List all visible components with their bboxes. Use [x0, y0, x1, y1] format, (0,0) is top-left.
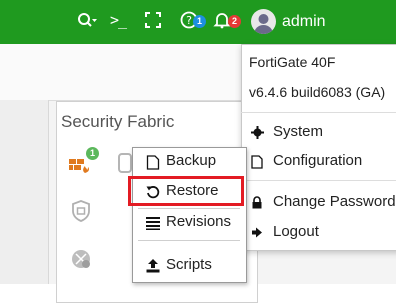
cli-console-button[interactable]: >_ [110, 11, 127, 29]
search-icon [78, 13, 97, 27]
restore-highlight-box [128, 176, 244, 206]
menu-divider [241, 180, 396, 181]
panel-title: Security Fabric [61, 112, 175, 131]
menu-item-system[interactable]: System [241, 119, 396, 145]
cli-icon: >_ [110, 11, 127, 29]
menu-item-change-password[interactable]: Change Password [241, 189, 396, 215]
menu-item-label: Configuration [273, 152, 363, 169]
help-button[interactable]: ? 1 [180, 11, 206, 31]
fabric-badge: 1 [86, 147, 99, 160]
sidebar [0, 100, 49, 284]
svg-text:?: ? [186, 14, 192, 27]
submenu-divider [138, 240, 240, 241]
fullscreen-button[interactable] [144, 11, 162, 29]
help-badge: 1 [193, 15, 206, 28]
submenu-item-label: Revisions [166, 213, 232, 230]
device-icon [118, 152, 132, 174]
alerts-badge: 2 [228, 15, 241, 28]
file-icon [146, 155, 160, 170]
notifications-button[interactable]: 2 [213, 11, 243, 31]
shield-icon[interactable] [70, 200, 92, 222]
device-name: FortiGate 40F [249, 54, 336, 70]
submenu-divider [138, 208, 240, 209]
menu-item-label: System [273, 123, 324, 140]
submenu-item-label: Backup [166, 152, 217, 169]
menu-divider [241, 112, 396, 113]
gear-icon [251, 126, 264, 139]
username-label[interactable]: admin [282, 13, 326, 31]
search-dropdown-button[interactable] [76, 10, 98, 32]
fullscreen-icon [145, 12, 161, 28]
file-icon [251, 155, 263, 169]
menu-item-label: Logout [273, 223, 319, 240]
firmware-version: v6.4.6 build6083 (GA) [249, 84, 386, 100]
submenu-item-revisions[interactable]: Revisions [132, 210, 245, 236]
menu-item-logout[interactable]: Logout [241, 219, 396, 245]
upload-icon [146, 259, 160, 273]
avatar[interactable] [251, 9, 276, 34]
network-globe-icon[interactable] [70, 248, 92, 270]
lock-icon [251, 196, 263, 209]
logout-icon [251, 226, 263, 239]
list-icon [146, 216, 160, 230]
submenu-item-backup[interactable]: Backup [132, 149, 245, 175]
submenu-item-scripts[interactable]: Scripts [132, 253, 245, 279]
menu-item-configuration[interactable]: Configuration [241, 148, 396, 174]
menu-item-label: Change Password [273, 193, 396, 210]
submenu-item-label: Scripts [166, 256, 212, 273]
user-icon [254, 14, 273, 34]
